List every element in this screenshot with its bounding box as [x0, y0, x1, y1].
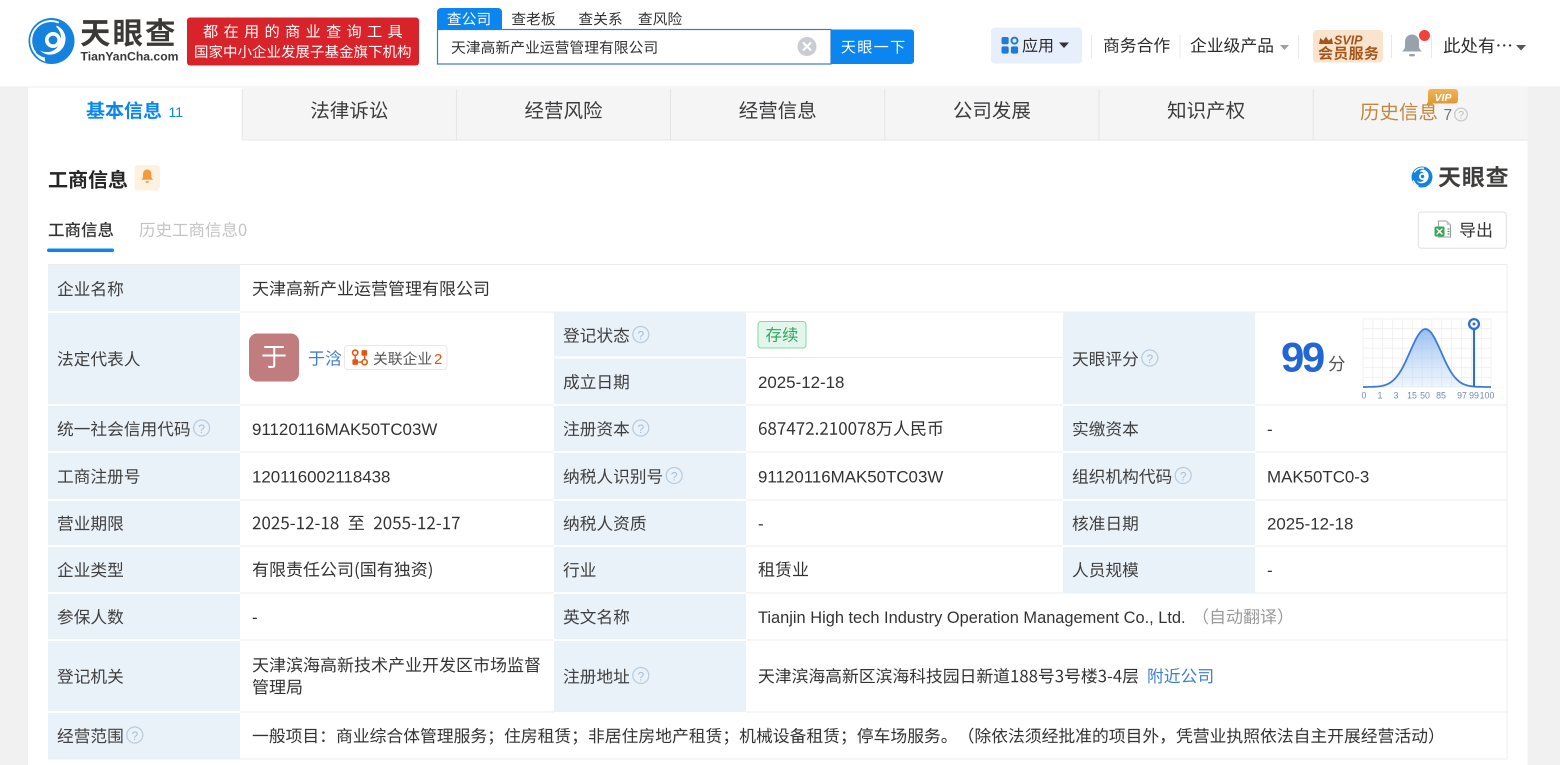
svg-text:-: - — [1267, 561, 1273, 580]
svg-text:0: 0 — [1362, 391, 1367, 401]
svg-text:-: - — [252, 608, 258, 627]
svg-text:?: ? — [198, 422, 205, 436]
svg-text:-: - — [1267, 420, 1273, 439]
svg-text:7: 7 — [1444, 107, 1453, 124]
svg-text:?: ? — [1458, 110, 1464, 122]
svg-text:MAK50TC0-3: MAK50TC0-3 — [1267, 468, 1369, 487]
svg-text:?: ? — [131, 729, 138, 743]
svg-text:91120116MAK50TC03W: 91120116MAK50TC03W — [758, 468, 943, 487]
svg-text:100: 100 — [1480, 391, 1495, 401]
svg-text:Tianjin High tech Industry Ope: Tianjin High tech Industry Operation Man… — [758, 609, 1186, 627]
svg-text:?: ? — [671, 469, 678, 483]
svg-text:?: ? — [1146, 352, 1153, 366]
svg-text:2025-12-18: 2025-12-18 — [1267, 515, 1353, 534]
svg-text:?: ? — [637, 328, 644, 342]
svg-text:-: - — [758, 515, 764, 534]
svg-text:91120116MAK50TC03W: 91120116MAK50TC03W — [252, 420, 437, 439]
svg-text:?: ? — [637, 669, 644, 683]
svg-text:?: ? — [1180, 469, 1187, 483]
svg-text:2: 2 — [434, 351, 442, 368]
svg-text:50: 50 — [1420, 391, 1430, 401]
svg-text:3: 3 — [1394, 391, 1399, 401]
svg-text:15: 15 — [1407, 391, 1417, 401]
svg-text:2025-12-18: 2025-12-18 — [758, 373, 844, 392]
svg-text:1: 1 — [1378, 391, 1383, 401]
svg-text:11: 11 — [169, 104, 184, 120]
svg-text:85: 85 — [1436, 391, 1446, 401]
svg-text:VIP: VIP — [1435, 92, 1453, 104]
svg-text:?: ? — [637, 422, 644, 436]
svg-text:120116002118438: 120116002118438 — [252, 468, 390, 487]
svg-text:99: 99 — [1469, 391, 1479, 401]
svg-text:SVIP: SVIP — [1334, 34, 1363, 48]
svg-text:97: 97 — [1457, 391, 1467, 401]
svg-text:99: 99 — [1281, 334, 1324, 381]
svg-text:TianYanCha.com: TianYanCha.com — [81, 50, 179, 64]
